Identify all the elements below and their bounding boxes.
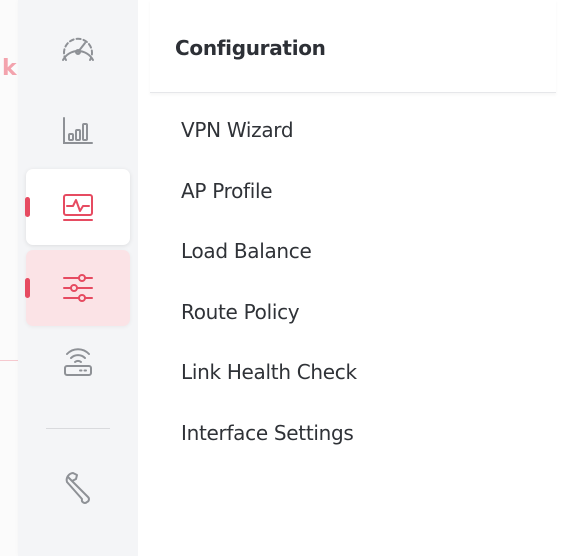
submenu-title: Configuration [175,36,326,60]
icon-rail [18,0,138,556]
submenu-list: VPN Wizard AP Profile Load Balance Route… [181,118,357,481]
rail-item-configuration[interactable] [25,250,130,326]
rail-item-monitor-stats[interactable] [26,92,130,168]
speedometer-icon [56,30,100,66]
sliders-icon [58,269,98,307]
menu-item-vpn-wizard[interactable]: VPN Wizard [181,118,357,179]
rail-item-maintenance[interactable] [26,452,130,528]
bar-chart-icon [58,112,98,148]
page: k Configuration VPN Wizard AP Profile Lo… [0,0,578,556]
submenu-panel: Configuration VPN Wizard AP Profile Load… [138,0,578,556]
hover-indicator [25,197,30,217]
menu-item-ap-profile[interactable]: AP Profile [181,179,357,240]
menu-item-interface-settings[interactable]: Interface Settings [181,421,357,482]
wireless-router-icon [58,340,98,380]
submenu-header: Configuration [150,0,556,93]
menu-item-load-balance[interactable]: Load Balance [181,239,357,300]
wrench-icon [58,470,98,510]
background-glyph: k [2,56,17,81]
rail-item-wireless[interactable] [26,322,130,398]
rail-divider [46,428,110,429]
menu-item-route-policy[interactable]: Route Policy [181,300,357,361]
rail-item-system-monitor[interactable] [25,169,130,245]
rail-item-dashboard[interactable] [26,10,130,86]
monitor-pulse-icon [58,189,98,225]
active-indicator [25,278,30,298]
menu-item-link-health-check[interactable]: Link Health Check [181,360,357,421]
